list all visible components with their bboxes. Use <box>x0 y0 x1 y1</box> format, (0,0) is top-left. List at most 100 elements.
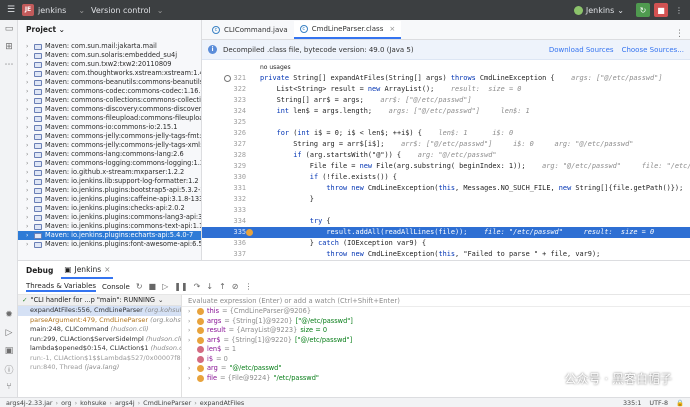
tree-item[interactable]: › Maven: commons-io:commons-io:2.15.1 <box>18 123 201 132</box>
variable-row[interactable]: › args = {String[1]@9220} ["@/etc/passwd"] <box>182 317 690 327</box>
tab-cmdlineparser[interactable]: c CmdLineParser.class × <box>293 21 402 39</box>
code-line[interactable]: 326 for (int i$ = 0; i$ < len$; ++i$) { … <box>202 128 690 139</box>
vcs-menu[interactable]: Version control <box>91 6 151 15</box>
more-options-icon[interactable]: ⋮ <box>244 282 252 291</box>
code-line[interactable]: 331 throw new CmdLineException(this, Mes… <box>202 183 690 194</box>
rerun-button[interactable]: ↻ <box>636 3 650 17</box>
code-line[interactable]: 323 String[] arr$ = args; arr$: ["@/etc/… <box>202 95 690 106</box>
close-icon[interactable]: × <box>104 265 110 274</box>
evaluate-expression-input[interactable]: Evaluate expression (Enter) or add a wat… <box>182 295 690 307</box>
variable-row[interactable]: › this = {CmdLineParser@9206} <box>182 307 690 317</box>
variable-row[interactable]: › arr$ = {String[1]@9220} ["@/etc/passwd"] <box>182 336 690 346</box>
tree-item[interactable]: › Maven: com.sun.txw2:txw2:20110809 <box>18 60 201 69</box>
folder-icon[interactable]: ▭ <box>0 20 18 38</box>
stack-frame[interactable]: lambda$opened$0:154, CLIAction$1 (hudson… <box>18 344 181 354</box>
caret-position[interactable]: 335:1 <box>623 399 641 407</box>
override-gutter-icon[interactable] <box>224 75 231 82</box>
readonly-lock-icon[interactable]: 🔒 <box>676 399 684 407</box>
chevron-right-icon[interactable]: › <box>188 317 194 327</box>
variable-row[interactable]: len$ = 1 <box>182 345 690 355</box>
chevron-right-icon[interactable]: › <box>188 326 194 336</box>
chevron-right-icon[interactable]: › <box>188 364 194 374</box>
thread-selector[interactable]: ✓ "CLI handler for ...p "main": RUNNING … <box>18 295 181 306</box>
tree-item[interactable]: › Maven: io.jenkins.plugins:checks-api:2.… <box>18 204 201 213</box>
main-menu-icon[interactable]: ☰ <box>0 5 22 15</box>
stack-frame[interactable]: parseArgument:479, CmdLineParser (org.ko… <box>18 316 181 326</box>
download-sources-link[interactable]: Download Sources <box>549 46 614 54</box>
variable-row[interactable]: › result = {ArrayList@9223} size = 0 <box>182 326 690 336</box>
tree-item[interactable]: › Maven: commons-collections:commons-coll… <box>18 96 201 105</box>
code-line[interactable]: 336 } catch (IOException var9) { <box>202 238 690 249</box>
code-line[interactable]: 328 if (arg.startsWith("@")) { arg: "@/e… <box>202 150 690 161</box>
breadcrumb-item[interactable]: args4j <box>115 399 135 407</box>
tree-item[interactable]: › Maven: commons-discovery:commons-discov… <box>18 105 201 114</box>
breadcrumb-item[interactable]: expandAtFiles <box>200 399 244 407</box>
project-switcher[interactable]: jenkins <box>38 6 66 15</box>
breakpoint-icon[interactable] <box>246 229 253 236</box>
code-line[interactable]: 322 List<String> result = new ArrayList(… <box>202 84 690 95</box>
tree-item[interactable]: › Maven: io.github.x-stream:mxparser:1.2.… <box>18 168 201 177</box>
more-tools-icon[interactable]: ⋯ <box>0 56 18 74</box>
close-icon[interactable]: × <box>389 25 395 33</box>
stack-frame[interactable]: run:840, Thread (java.lang) <box>18 363 181 373</box>
chevron-right-icon[interactable]: › <box>188 374 194 384</box>
tree-item[interactable]: › Maven: commons-jelly:commons-jelly-tags… <box>18 132 201 141</box>
breadcrumb-item[interactable]: org <box>61 399 71 407</box>
tree-item[interactable]: › Maven: io.jenkins.plugins:caffeine-api:… <box>18 195 201 204</box>
chevron-right-icon[interactable]: › <box>188 336 194 346</box>
debug-tool-icon[interactable]: ✹ <box>0 306 18 324</box>
tree-item[interactable]: › Maven: com.sun.solaris:embedded_su4j <box>18 51 201 60</box>
debug-session-tab[interactable]: ▣ Jenkins × <box>61 261 114 279</box>
tree-item[interactable]: › Maven: com.thoughtworks.xstream:xstream… <box>18 69 201 78</box>
breadcrumb-item[interactable]: args4j-2.33.jar <box>6 399 53 407</box>
step-out-icon[interactable]: ↑ <box>219 282 226 291</box>
tree-item[interactable]: › Maven: commons-beanutils:commons-beanut… <box>18 78 201 87</box>
structure-icon[interactable]: ⊞ <box>0 38 18 56</box>
more-options-icon[interactable]: ⋮ <box>672 3 686 17</box>
resume-icon[interactable]: ▷ <box>162 282 168 291</box>
more-tabs-icon[interactable]: ⋮ <box>675 29 684 39</box>
file-encoding[interactable]: UTF-8 <box>649 399 668 407</box>
code-line[interactable]: 330 if (!file.exists()) { <box>202 172 690 183</box>
code-line[interactable]: 327 String arg = arr$[i$]; arr$: ["@/etc… <box>202 139 690 150</box>
problems-icon[interactable]: ⓘ <box>0 360 18 378</box>
tree-item[interactable]: › Maven: commons-jelly:commons-jelly-tags… <box>18 141 201 150</box>
tab-clicommand[interactable]: c CLICommand.java <box>206 21 294 39</box>
choose-sources-link[interactable]: Choose Sources... <box>622 46 684 54</box>
tree-item[interactable]: › Maven: commons-codec:commons-codec:1.16… <box>18 87 201 96</box>
tree-item[interactable]: › Maven: commons-lang:commons-lang:2.6 <box>18 150 201 159</box>
project-panel-header[interactable]: Project ⌄ <box>18 20 201 38</box>
code-line[interactable]: 337 throw new CmdLineException(this, "Fa… <box>202 249 690 260</box>
stop-icon[interactable]: ■ <box>149 282 157 291</box>
tree-item[interactable]: › Maven: io.jenkins.lib:support-log-forma… <box>18 177 201 186</box>
tree-item[interactable]: › Maven: io.jenkins.plugins:echarts-api:5… <box>18 231 201 240</box>
code-line[interactable]: 335 result.addAll(readAllLines(file)); f… <box>202 227 690 238</box>
git-icon[interactable]: ⑂ <box>0 378 18 396</box>
code-area[interactable]: no usages 321 private String[] expandAtFil… <box>202 62 690 260</box>
tab-threads-variables[interactable]: Threads & Variables <box>26 282 97 292</box>
code-line[interactable]: 334 try { <box>202 216 690 227</box>
step-over-icon[interactable]: ↷ <box>194 282 201 291</box>
evaluate-icon[interactable]: ⊘ <box>232 282 239 291</box>
tree-item[interactable]: › Maven: com.sun.mail:jakarta.mail <box>18 42 201 51</box>
stack-frame[interactable]: main:248, CLICommand (hudson.cli) <box>18 325 181 335</box>
services-icon[interactable]: ▷ <box>0 324 18 342</box>
stack-frame[interactable]: expandAtFiles:556, CmdLineParser (org.ko… <box>18 306 181 316</box>
tree-item[interactable]: › Maven: commons-logging:commons-logging:… <box>18 159 201 168</box>
code-line[interactable]: 332 } <box>202 194 690 205</box>
code-line[interactable]: 321 private String[] expandAtFiles(String… <box>202 73 690 84</box>
tree-item[interactable]: › Maven: io.jenkins.plugins:font-awesome-… <box>18 240 201 249</box>
variable-row[interactable]: i$ = 0 <box>182 355 690 365</box>
stack-frame[interactable]: run:-1, CLIAction$1$$Lambda$527/0x00007f… <box>18 354 181 364</box>
step-into-icon[interactable]: ↓ <box>206 282 213 291</box>
breadcrumb-item[interactable]: kohsuke <box>80 399 106 407</box>
code-line[interactable]: 325 <box>202 117 690 128</box>
tree-item[interactable]: › Maven: io.jenkins.plugins:commons-lang3… <box>18 213 201 222</box>
tab-console[interactable]: Console <box>102 283 130 291</box>
run-configuration-selector[interactable]: Jenkins ⌄ <box>573 5 624 15</box>
breadcrumb-item[interactable]: CmdLineParser <box>143 399 191 407</box>
rerun-icon[interactable]: ↻ <box>136 282 143 291</box>
code-line[interactable]: 324 int len$ = args.length; args: ["@/et… <box>202 106 690 117</box>
terminal-icon[interactable]: ▣ <box>0 342 18 360</box>
tree-item[interactable]: › Maven: commons-fileupload:commons-fileu… <box>18 114 201 123</box>
